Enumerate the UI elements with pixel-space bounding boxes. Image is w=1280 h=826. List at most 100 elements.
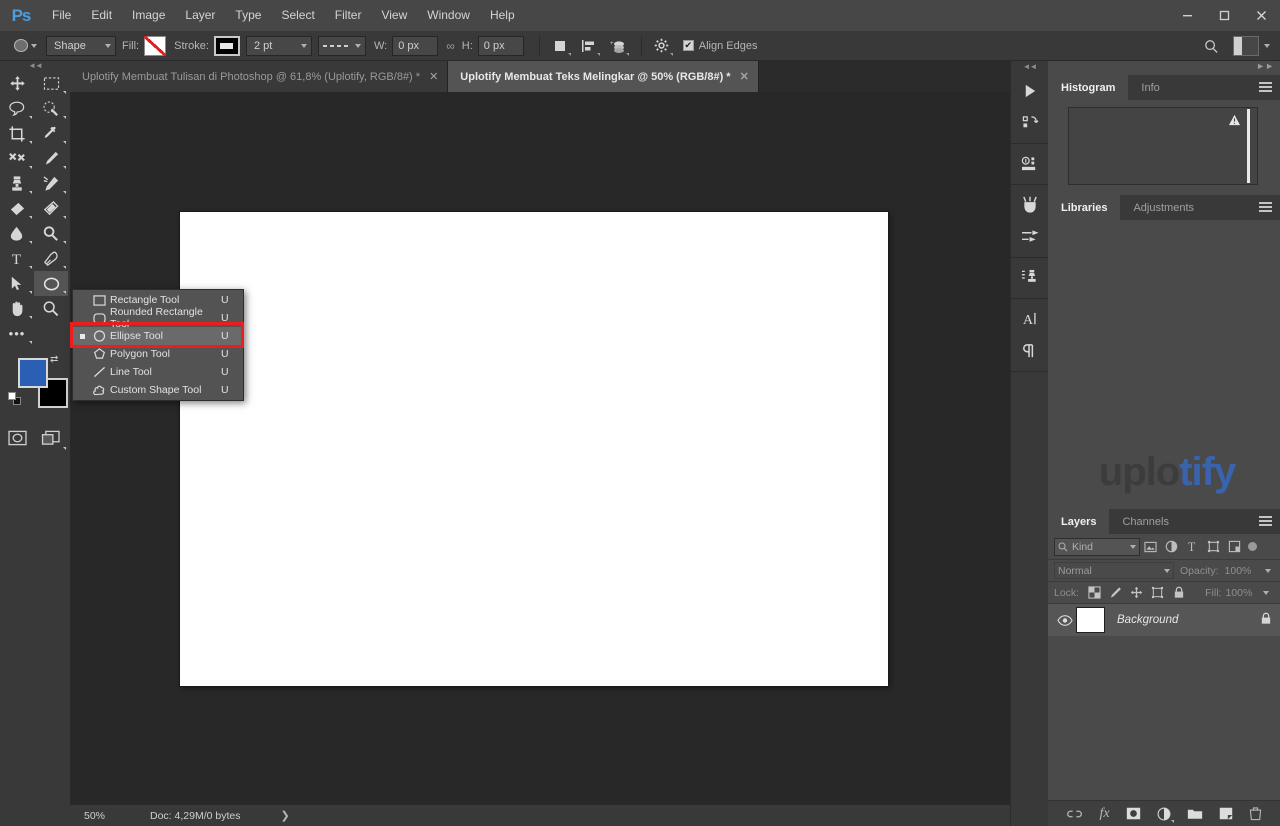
- screen-mode-icon[interactable]: [34, 424, 68, 452]
- blend-mode-select[interactable]: Normal: [1054, 562, 1174, 579]
- layer-filter-toggle[interactable]: [1248, 542, 1257, 551]
- history-icon[interactable]: [1011, 107, 1049, 139]
- path-arrangement-icon[interactable]: +: [605, 34, 631, 58]
- lasso-tool[interactable]: [0, 96, 34, 121]
- default-colors-icon[interactable]: [8, 392, 21, 405]
- shape-filter-icon[interactable]: [1203, 537, 1224, 557]
- document-tab-1[interactable]: Uplotify Membuat Tulisan di Photoshop @ …: [70, 61, 449, 92]
- warning-triangle-icon[interactable]: [1228, 114, 1241, 129]
- menu-view[interactable]: View: [371, 0, 417, 31]
- adjustment-layer-icon[interactable]: [1157, 807, 1174, 823]
- chevron-down-icon[interactable]: [1263, 590, 1270, 595]
- rectangular-marquee-tool[interactable]: [34, 71, 68, 96]
- layer-style-fx-icon[interactable]: fx: [1099, 806, 1109, 822]
- eyedropper-tool[interactable]: [34, 121, 68, 146]
- hand-tool[interactable]: [0, 296, 34, 321]
- lock-artboard-icon[interactable]: [1149, 584, 1166, 601]
- menu-layer[interactable]: Layer: [175, 0, 225, 31]
- layer-locked-icon[interactable]: [1260, 612, 1272, 628]
- flyout-item-ellipse-tool[interactable]: Ellipse Tool U: [73, 327, 243, 345]
- shape-tool-flyout-menu[interactable]: Rectangle Tool U Rounded Rectangle Tool …: [72, 289, 244, 401]
- menu-type[interactable]: Type: [225, 0, 271, 31]
- menu-image[interactable]: Image: [122, 0, 175, 31]
- menu-help[interactable]: Help: [480, 0, 525, 31]
- chevron-down-icon[interactable]: [1264, 568, 1271, 573]
- clone-source-icon[interactable]: [1011, 262, 1049, 294]
- close-icon[interactable]: ✕: [740, 70, 749, 83]
- stroke-dash-select[interactable]: [317, 35, 366, 56]
- brush-tool[interactable]: [34, 146, 68, 171]
- lock-transparent-icon[interactable]: [1086, 584, 1103, 601]
- close-icon[interactable]: ✕: [429, 70, 438, 83]
- dock-rail-grip[interactable]: ◄◄: [1011, 61, 1048, 71]
- opacity-value[interactable]: 100%: [1225, 565, 1259, 577]
- stroke-width-select[interactable]: 2 pt: [245, 35, 312, 56]
- paragraph-panel-icon[interactable]: [1011, 335, 1049, 367]
- flyout-item-custom-shape-tool[interactable]: Custom Shape Tool U: [73, 381, 243, 399]
- flyout-item-line-tool[interactable]: Line Tool U: [73, 363, 243, 381]
- play-actions-icon[interactable]: [1011, 75, 1049, 107]
- quick-mask-icon[interactable]: [0, 424, 34, 452]
- gear-icon[interactable]: [649, 34, 675, 58]
- brush-settings-icon[interactable]: [1011, 221, 1049, 253]
- workspace-switcher-icon[interactable]: [1233, 36, 1259, 56]
- character-panel-icon[interactable]: A: [1011, 303, 1049, 335]
- dock-expand-icon[interactable]: ►►: [1256, 61, 1274, 71]
- layer-thumbnail[interactable]: [1076, 607, 1105, 633]
- tab-layers[interactable]: Layers: [1048, 509, 1110, 534]
- zoom-tool[interactable]: [34, 296, 68, 321]
- lock-image-icon[interactable]: [1107, 584, 1124, 601]
- menu-file[interactable]: File: [42, 0, 81, 31]
- type-tool[interactable]: T: [0, 246, 34, 271]
- width-input[interactable]: 0 px: [392, 35, 439, 56]
- height-input[interactable]: 0 px: [477, 35, 524, 56]
- close-button[interactable]: [1243, 0, 1280, 31]
- layer-mask-icon[interactable]: [1126, 807, 1141, 820]
- menu-filter[interactable]: Filter: [325, 0, 372, 31]
- chevron-down-icon[interactable]: [1264, 44, 1270, 48]
- tab-channels[interactable]: Channels: [1109, 509, 1181, 534]
- tab-adjustments[interactable]: Adjustments: [1120, 195, 1207, 220]
- new-group-icon[interactable]: [1187, 807, 1203, 820]
- document-canvas-area[interactable]: [70, 92, 1010, 804]
- swap-colors-icon[interactable]: ⇄: [50, 354, 58, 365]
- document-tab-2[interactable]: Uplotify Membuat Teks Melingkar @ 50% (R…: [448, 61, 759, 92]
- delete-layer-icon[interactable]: [1249, 806, 1262, 821]
- tab-libraries[interactable]: Libraries: [1048, 195, 1121, 220]
- flyout-item-polygon-tool[interactable]: Polygon Tool U: [73, 345, 243, 363]
- crop-tool[interactable]: [0, 121, 34, 146]
- canvas[interactable]: [180, 212, 888, 686]
- zoom-level-field[interactable]: 50%: [84, 808, 124, 824]
- stroke-swatch[interactable]: [213, 35, 240, 56]
- path-alignment-icon[interactable]: [576, 34, 602, 58]
- flyout-item-rounded-rectangle-tool[interactable]: Rounded Rectangle Tool U: [73, 306, 243, 330]
- more-tools-button[interactable]: •••: [0, 321, 34, 346]
- lock-all-icon[interactable]: [1170, 584, 1187, 601]
- layer-filter-kind-select[interactable]: Kind: [1054, 537, 1140, 556]
- adjustment-filter-icon[interactable]: [1161, 537, 1182, 557]
- status-expand-icon[interactable]: ❯: [280, 809, 289, 822]
- info-panel-icon[interactable]: [1011, 148, 1049, 180]
- path-selection-tool[interactable]: [0, 271, 34, 296]
- blur-tool[interactable]: [0, 221, 34, 246]
- dodge-tool[interactable]: [34, 221, 68, 246]
- pen-tool[interactable]: [34, 246, 68, 271]
- tab-info[interactable]: Info: [1128, 75, 1172, 100]
- foreground-color-swatch[interactable]: [18, 358, 48, 388]
- table-row[interactable]: Background: [1048, 604, 1280, 636]
- ellipse-tool[interactable]: [34, 271, 68, 296]
- tab-histogram[interactable]: Histogram: [1048, 75, 1129, 100]
- panel-menu-icon[interactable]: [1259, 202, 1272, 214]
- link-icon[interactable]: ∞: [446, 39, 454, 53]
- link-layers-icon[interactable]: [1066, 808, 1083, 820]
- move-tool[interactable]: [0, 71, 34, 96]
- panel-menu-icon[interactable]: [1259, 516, 1272, 528]
- align-edges-checkbox[interactable]: Align Edges: [682, 40, 763, 52]
- tool-preset-picker[interactable]: [8, 35, 42, 57]
- menu-window[interactable]: Window: [417, 0, 480, 31]
- fill-value[interactable]: 100%: [1225, 587, 1259, 599]
- new-layer-icon[interactable]: [1219, 807, 1233, 820]
- clone-stamp-tool[interactable]: [0, 171, 34, 196]
- smartobject-filter-icon[interactable]: [1224, 537, 1245, 557]
- eraser-tool[interactable]: [0, 196, 34, 221]
